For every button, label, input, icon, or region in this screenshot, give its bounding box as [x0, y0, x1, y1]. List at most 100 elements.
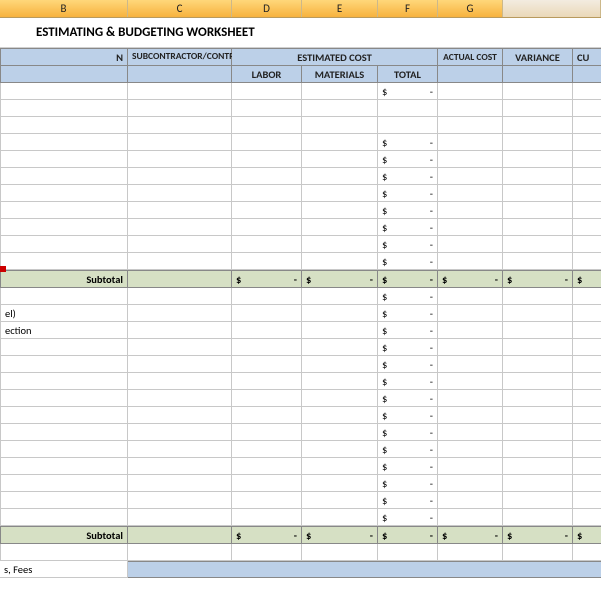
- cell[interactable]: [438, 253, 503, 270]
- cell[interactable]: [302, 424, 378, 441]
- cell[interactable]: [438, 356, 503, 373]
- cell[interactable]: [503, 202, 573, 219]
- cell[interactable]: $-: [378, 202, 438, 219]
- cell[interactable]: [0, 390, 128, 407]
- cell[interactable]: [128, 492, 232, 509]
- col-header-d[interactable]: D: [232, 0, 302, 17]
- cell[interactable]: [438, 458, 503, 475]
- cell[interactable]: [128, 202, 232, 219]
- cell[interactable]: [438, 202, 503, 219]
- cell[interactable]: [438, 475, 503, 492]
- cell[interactable]: [128, 253, 232, 270]
- cell[interactable]: [128, 322, 232, 339]
- cell[interactable]: [0, 185, 128, 202]
- header-n-sub[interactable]: [0, 66, 128, 83]
- cell[interactable]: [438, 322, 503, 339]
- cell[interactable]: [128, 288, 232, 305]
- subtotal2-actual[interactable]: $-: [438, 526, 503, 544]
- col-header-f[interactable]: F: [378, 0, 438, 17]
- cell[interactable]: [302, 219, 378, 236]
- cell[interactable]: [573, 185, 601, 202]
- subtotal2-total[interactable]: $-: [378, 526, 438, 544]
- cell[interactable]: [232, 356, 302, 373]
- cell[interactable]: $-: [378, 322, 438, 339]
- cell[interactable]: [128, 475, 232, 492]
- cell[interactable]: $-: [378, 424, 438, 441]
- cell[interactable]: [503, 219, 573, 236]
- cell[interactable]: $-: [378, 151, 438, 168]
- col-header-c[interactable]: C: [128, 0, 232, 17]
- cell[interactable]: [302, 202, 378, 219]
- cell[interactable]: $-: [378, 168, 438, 185]
- cell[interactable]: [232, 475, 302, 492]
- header-total[interactable]: TOTAL: [378, 66, 438, 83]
- cell[interactable]: [128, 373, 232, 390]
- cell[interactable]: [503, 458, 573, 475]
- cell[interactable]: [128, 236, 232, 253]
- subtotal-materials[interactable]: $-: [302, 270, 378, 288]
- cell[interactable]: [232, 492, 302, 509]
- cell[interactable]: $-: [378, 407, 438, 424]
- col-header-g[interactable]: G: [438, 0, 503, 17]
- cell[interactable]: [302, 441, 378, 458]
- cell[interactable]: [232, 168, 302, 185]
- cell[interactable]: [302, 373, 378, 390]
- subtotal2-sub[interactable]: [128, 526, 232, 544]
- cell[interactable]: [302, 390, 378, 407]
- cell[interactable]: [503, 424, 573, 441]
- cell[interactable]: [503, 83, 573, 100]
- cell[interactable]: $-: [378, 219, 438, 236]
- cell[interactable]: [0, 134, 128, 151]
- cell[interactable]: [573, 288, 601, 305]
- header-sub-sub[interactable]: [128, 66, 232, 83]
- cell[interactable]: [573, 305, 601, 322]
- cell[interactable]: [0, 441, 128, 458]
- cell[interactable]: [0, 151, 128, 168]
- cell[interactable]: [232, 117, 302, 134]
- cell[interactable]: [503, 390, 573, 407]
- cell[interactable]: [438, 100, 503, 117]
- cell[interactable]: [573, 253, 601, 270]
- cell[interactable]: [128, 509, 232, 526]
- cell[interactable]: [302, 236, 378, 253]
- cell[interactable]: [232, 458, 302, 475]
- cell[interactable]: [232, 288, 302, 305]
- cell[interactable]: [573, 475, 601, 492]
- cell[interactable]: [0, 509, 128, 526]
- cell[interactable]: [378, 117, 438, 134]
- header-actual[interactable]: ACTUAL COST: [438, 48, 503, 66]
- subtotal2-labor[interactable]: $-: [232, 526, 302, 544]
- cell[interactable]: [438, 424, 503, 441]
- cell[interactable]: [503, 117, 573, 134]
- cell[interactable]: [438, 305, 503, 322]
- cell[interactable]: el): [0, 305, 128, 322]
- cell[interactable]: [573, 509, 601, 526]
- cell[interactable]: [0, 219, 128, 236]
- cell[interactable]: [128, 117, 232, 134]
- cell[interactable]: [302, 185, 378, 202]
- cell[interactable]: [302, 288, 378, 305]
- cell[interactable]: [378, 100, 438, 117]
- cell[interactable]: [232, 83, 302, 100]
- footer-span[interactable]: [128, 561, 601, 578]
- subtotal-labor[interactable]: $-: [232, 270, 302, 288]
- cell[interactable]: [503, 492, 573, 509]
- subtotal-total[interactable]: $-: [378, 270, 438, 288]
- cell[interactable]: [0, 83, 128, 100]
- cell[interactable]: [232, 339, 302, 356]
- cell[interactable]: [503, 236, 573, 253]
- cell[interactable]: [128, 83, 232, 100]
- cell[interactable]: $-: [378, 373, 438, 390]
- subtotal2-cu[interactable]: $: [573, 526, 601, 544]
- cell[interactable]: [438, 168, 503, 185]
- cell[interactable]: [128, 185, 232, 202]
- cell[interactable]: [573, 117, 601, 134]
- cell[interactable]: $-: [378, 390, 438, 407]
- cell[interactable]: [302, 492, 378, 509]
- cell[interactable]: $-: [378, 339, 438, 356]
- cell[interactable]: [573, 356, 601, 373]
- cell[interactable]: [503, 441, 573, 458]
- cell[interactable]: [503, 305, 573, 322]
- cell[interactable]: [128, 407, 232, 424]
- cell[interactable]: [128, 339, 232, 356]
